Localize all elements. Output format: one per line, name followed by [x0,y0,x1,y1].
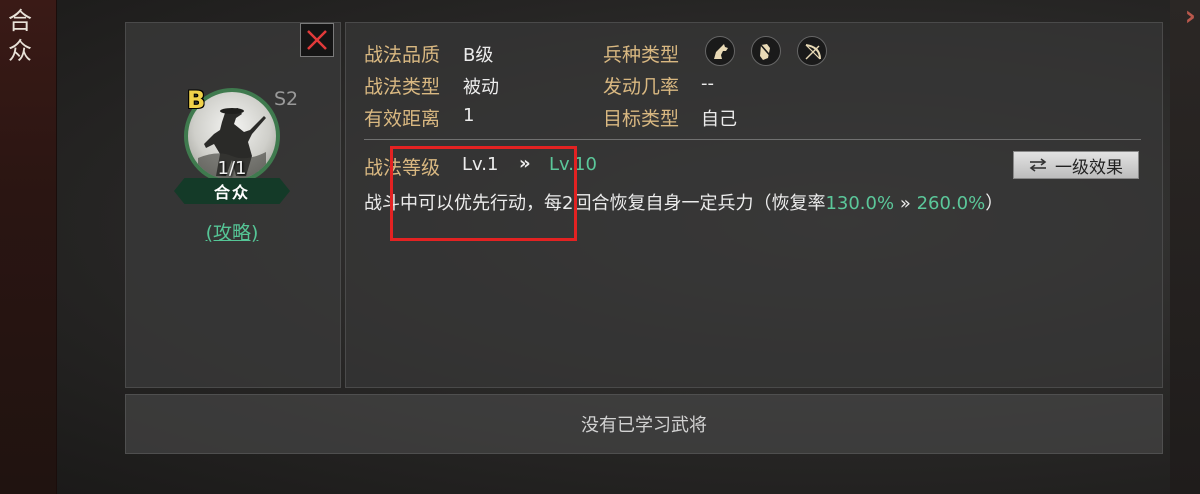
level-effect-label: 一级效果 [1055,157,1123,178]
target-type-label: 目标类型 [603,108,680,130]
grade-badge: B [187,86,206,114]
recovery-rate-from: 130.0% [825,193,895,214]
level-effect-toggle-button[interactable]: 一级效果 [1013,151,1139,179]
quality-label: 战法品质 [364,44,441,66]
trigger-rate-value: -- [701,73,714,94]
close-button[interactable] [300,23,334,57]
vertical-title: 合众 [8,7,34,65]
season-label: S2 [274,88,299,110]
troop-type-label: 兵种类型 [603,44,680,66]
range-value: 1 [463,105,475,126]
no-generals-message: 没有已学习武将 [581,415,707,436]
type-value: 被动 [463,77,499,98]
shield-icon [751,36,781,66]
right-strip: › [1170,0,1200,494]
recovery-rate-to: 260.0% [916,193,986,214]
highlight-annotation-box [390,146,577,241]
quality-value: B级 [463,45,494,66]
guide-link[interactable]: (攻略) [184,218,280,245]
learned-generals-bar: 没有已学习武将 [125,394,1163,454]
skill-card-panel [125,22,341,388]
cavalry-icon [705,36,735,66]
chevron-right-icon[interactable]: › [1184,2,1196,30]
section-divider [364,139,1141,140]
description-suffix: ） [985,193,1004,214]
left-title-strip: 合众 [0,0,57,494]
target-type-value: 自己 [701,109,737,130]
bow-icon [797,36,827,66]
close-icon [307,30,327,50]
range-label: 有效距离 [364,108,441,130]
type-label: 战法类型 [364,76,441,98]
skill-name-plate: 合众 [174,178,290,204]
description-arrow: » [899,193,911,214]
trigger-rate-label: 发动几率 [603,76,680,98]
skill-detail-screen: 合众 › B S2 1/1 合众 (攻略) 战法品质 B级 战法类型 被动 有效… [0,0,1200,494]
skill-count: 1/1 [217,158,247,179]
swap-icon [1029,158,1047,172]
